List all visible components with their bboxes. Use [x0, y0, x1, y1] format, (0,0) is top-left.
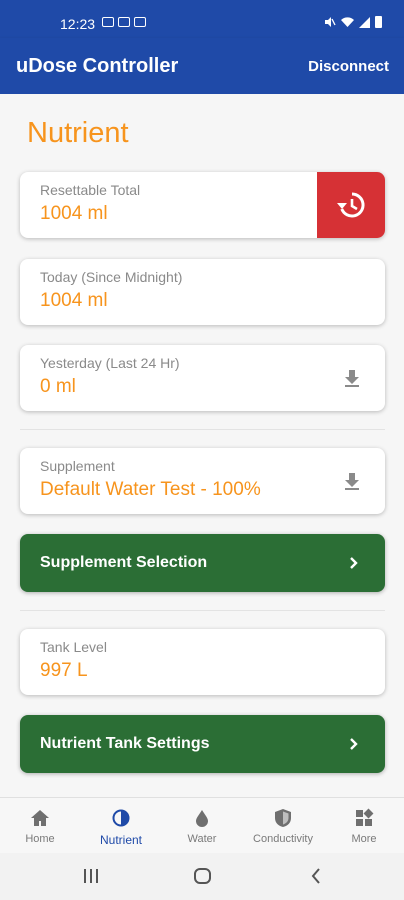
disconnect-button[interactable]: Disconnect [308, 58, 389, 75]
notification-icons [102, 17, 146, 27]
nutrient-tank-settings-label: Nutrient Tank Settings [40, 735, 210, 752]
nav-label-more: More [351, 833, 377, 845]
nutrient-icon [112, 809, 130, 827]
nav-label-home: Home [25, 833, 55, 845]
shield-icon [275, 809, 291, 827]
yesterday-value: 0 ml [40, 376, 76, 397]
mail-notification-icon [118, 17, 130, 27]
chevron-right-icon [350, 738, 358, 750]
message-notification-icon [134, 17, 146, 27]
main-content: Nutrient Resettable Total 1004 ml Today … [0, 94, 404, 797]
system-status-icons [324, 16, 382, 28]
today-card: Today (Since Midnight) 1004 ml [20, 259, 385, 325]
image-notification-icon [102, 17, 114, 27]
battery-icon [375, 16, 382, 28]
home-icon [31, 810, 49, 826]
bottom-navigation: Home Nutrient Water Conductivity More [0, 797, 404, 853]
water-drop-icon [196, 810, 208, 827]
divider [20, 610, 385, 611]
nav-item-more[interactable]: More [324, 798, 404, 854]
supplement-selection-label: Supplement Selection [40, 554, 208, 571]
supplement-selection-button[interactable]: Supplement Selection [20, 534, 385, 592]
mute-icon [325, 17, 336, 27]
tank-level-label: Tank Level [40, 639, 107, 655]
resettable-total-label: Resettable Total [40, 182, 141, 198]
download-icon[interactable] [341, 367, 363, 389]
nav-label-water: Water [187, 833, 217, 845]
nav-label-nutrient: Nutrient [99, 833, 143, 847]
today-value: 1004 ml [40, 290, 108, 311]
app-bar: uDose Controller Disconnect [0, 38, 404, 94]
history-icon [337, 192, 365, 218]
status-time: 12:23 [60, 16, 96, 32]
tank-level-card: Tank Level 997 L [20, 629, 385, 695]
resettable-total-value: 1004 ml [40, 203, 108, 224]
wifi-icon [341, 16, 354, 27]
grid-icon [356, 808, 374, 826]
nav-item-water[interactable]: Water [162, 798, 242, 854]
tank-level-value: 997 L [40, 660, 88, 681]
download-icon[interactable] [341, 470, 363, 492]
yesterday-label: Yesterday (Last 24 Hr) [40, 355, 180, 371]
today-label: Today (Since Midnight) [40, 269, 183, 285]
nutrient-tank-settings-button[interactable]: Nutrient Tank Settings [20, 715, 385, 773]
nav-item-conductivity[interactable]: Conductivity [243, 798, 323, 854]
yesterday-card: Yesterday (Last 24 Hr) 0 ml [20, 345, 385, 411]
page-title: Nutrient [27, 117, 129, 149]
system-navigation-bar [0, 853, 404, 900]
home-system-icon[interactable] [193, 865, 213, 887]
app-title: uDose Controller [16, 55, 179, 77]
back-icon[interactable] [308, 865, 324, 887]
resettable-total-card: Resettable Total 1004 ml [20, 172, 385, 238]
reset-total-button[interactable] [317, 172, 385, 238]
nav-label-conductivity: Conductivity [253, 833, 313, 845]
supplement-card: Supplement Default Water Test - 100% [20, 448, 385, 514]
divider [20, 429, 385, 430]
supplement-value: Default Water Test - 100% [40, 479, 261, 500]
status-bar: 12:23 [0, 0, 404, 38]
recent-apps-icon[interactable] [82, 865, 100, 887]
supplement-label: Supplement [40, 458, 115, 474]
signal-icon [359, 16, 370, 28]
nav-item-nutrient[interactable]: Nutrient [81, 798, 161, 854]
chevron-right-icon [350, 557, 358, 569]
nav-item-home[interactable]: Home [0, 798, 80, 854]
